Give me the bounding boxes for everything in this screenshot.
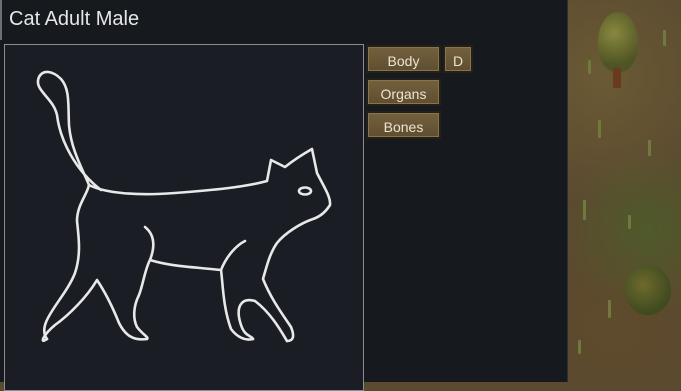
tab-d[interactable]: D xyxy=(443,45,473,73)
grass-tuft xyxy=(648,140,651,156)
cat-outline-icon xyxy=(36,70,332,343)
grass-tuft xyxy=(598,120,601,138)
grass-tuft xyxy=(608,300,611,318)
tab-organs[interactable]: Organs xyxy=(366,78,441,106)
tree-icon[interactable] xyxy=(598,12,638,72)
health-panel: Cat Adult Male Body D Organs Bones xyxy=(0,0,568,391)
tree-trunk xyxy=(613,68,621,88)
tab-body[interactable]: Body xyxy=(366,45,441,73)
panel-title: Cat Adult Male xyxy=(9,8,140,30)
grass-tuft xyxy=(578,340,581,354)
grass-tuft xyxy=(588,60,591,74)
panel-edge-marker xyxy=(0,0,2,40)
body-view xyxy=(4,44,364,391)
grass-tuft xyxy=(663,30,666,46)
grass-tuft xyxy=(583,200,586,220)
bush-icon[interactable] xyxy=(625,265,671,315)
tab-bones[interactable]: Bones xyxy=(366,111,441,139)
grass-tuft xyxy=(628,215,631,229)
